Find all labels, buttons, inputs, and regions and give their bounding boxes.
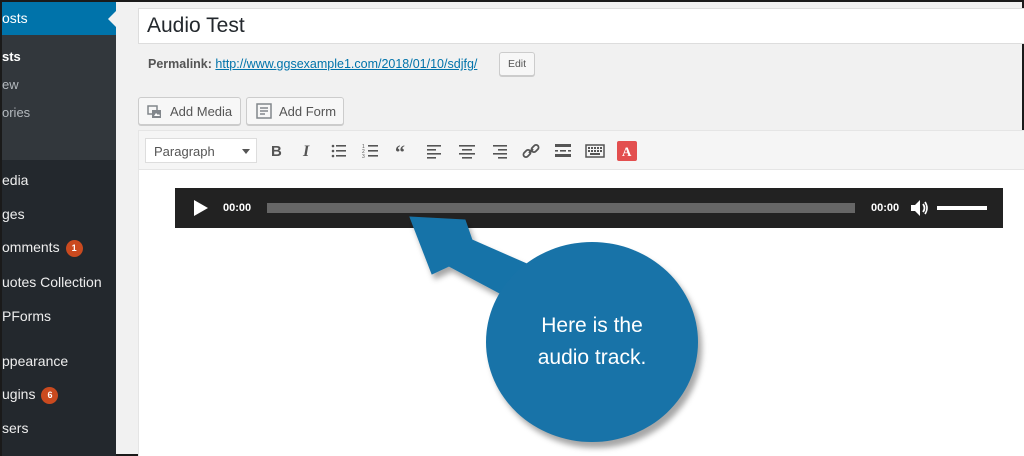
- plugins-count-badge: 6: [41, 387, 59, 404]
- sidebar-item-appearance[interactable]: ppearance: [2, 353, 68, 369]
- sidebar-item-label: PForms: [2, 308, 51, 324]
- sidebar-item-quotes-collection[interactable]: uotes Collection: [2, 274, 102, 290]
- audio-player[interactable]: 00:00 00:00: [175, 188, 1003, 228]
- sidebar-item-media[interactable]: edia: [2, 172, 28, 188]
- sidebar-item-pages[interactable]: ges: [2, 206, 25, 222]
- post-title-input[interactable]: Audio Test: [138, 8, 1024, 44]
- sidebar-item-label: edia: [2, 172, 29, 188]
- sidebar-item-wpforms[interactable]: PForms: [2, 308, 51, 324]
- add-media-label: Add Media: [170, 104, 233, 119]
- submenu-all-posts[interactable]: sts: [2, 49, 21, 64]
- add-form-label: Add Form: [279, 104, 337, 119]
- permalink-label: Permalink:: [148, 57, 212, 71]
- svg-text:A: A: [622, 144, 632, 159]
- sidebar-item-users[interactable]: sers: [2, 420, 28, 436]
- admin-sidebar: osts sts ew ories edia ges omments 1 uote…: [2, 2, 116, 456]
- editor-toolbar: Paragraph B I 1 2 3 “ A: [139, 131, 1024, 170]
- permalink-row: Permalink: http://www.ggsexample1.com/20…: [148, 57, 477, 71]
- volume-icon[interactable]: [910, 199, 930, 217]
- svg-text:B: B: [271, 143, 282, 160]
- wpforms-icon[interactable]: A: [617, 141, 637, 161]
- submenu-add-new[interactable]: ew: [2, 77, 19, 92]
- align-right-icon[interactable]: [489, 141, 509, 161]
- align-center-icon[interactable]: [457, 141, 477, 161]
- add-form-button[interactable]: Add Form: [246, 97, 344, 125]
- italic-icon[interactable]: I: [297, 141, 317, 161]
- align-left-icon[interactable]: [425, 141, 445, 161]
- bold-icon[interactable]: B: [267, 141, 287, 161]
- current-time: 00:00: [223, 202, 252, 214]
- bullet-list-icon[interactable]: [329, 141, 349, 161]
- post-title-text: Audio Test: [147, 14, 245, 37]
- submenu-categories[interactable]: ories: [2, 105, 30, 120]
- numbered-list-icon[interactable]: 1 2 3: [361, 141, 381, 161]
- sidebar-item-label: ugins: [2, 386, 36, 402]
- sidebar-item-label: ppearance: [2, 353, 69, 369]
- comments-count-badge: 1: [65, 240, 83, 257]
- sidebar-item-plugins[interactable]: ugins 6: [2, 386, 59, 404]
- format-select-value: Paragraph: [154, 144, 215, 159]
- add-media-button[interactable]: Add Media: [138, 97, 241, 125]
- blockquote-icon[interactable]: “: [393, 141, 413, 161]
- toolbar-toggle-icon[interactable]: [585, 141, 605, 161]
- svg-text:3: 3: [362, 154, 365, 160]
- sidebar-item-label: uotes Collection: [2, 274, 102, 290]
- chevron-down-icon: [242, 149, 250, 154]
- svg-text:“: “: [395, 142, 405, 161]
- sidebar-item-comments[interactable]: omments 1: [2, 239, 83, 257]
- play-icon[interactable]: [193, 199, 209, 217]
- form-icon: [256, 103, 272, 119]
- permalink-link[interactable]: http://www.ggsexample1.com/2018/01/10/sd…: [215, 57, 477, 71]
- current-arrow: [108, 11, 116, 27]
- progress-rail[interactable]: [267, 203, 855, 213]
- sidebar-item-posts[interactable]: osts: [2, 2, 116, 35]
- edit-permalink-button[interactable]: Edit: [499, 52, 535, 76]
- posts-submenu: sts ew ories: [2, 35, 116, 160]
- duration-time: 00:00: [871, 202, 900, 214]
- sidebar-item-label: sers: [2, 420, 29, 436]
- callout-line-2: audio track.: [537, 346, 647, 369]
- volume-slider[interactable]: [937, 206, 987, 210]
- read-more-icon[interactable]: [553, 141, 573, 161]
- add-media-icon: [147, 105, 161, 118]
- callout-text: Here is the audio track.: [486, 310, 698, 374]
- sidebar-item-label: ges: [2, 206, 25, 222]
- link-icon[interactable]: [521, 141, 541, 161]
- format-select[interactable]: Paragraph: [145, 138, 257, 163]
- callout-line-1: Here is the: [541, 314, 643, 337]
- sidebar-item-label: omments: [2, 239, 60, 255]
- svg-text:I: I: [302, 143, 310, 160]
- sidebar-item-label: osts: [2, 10, 28, 26]
